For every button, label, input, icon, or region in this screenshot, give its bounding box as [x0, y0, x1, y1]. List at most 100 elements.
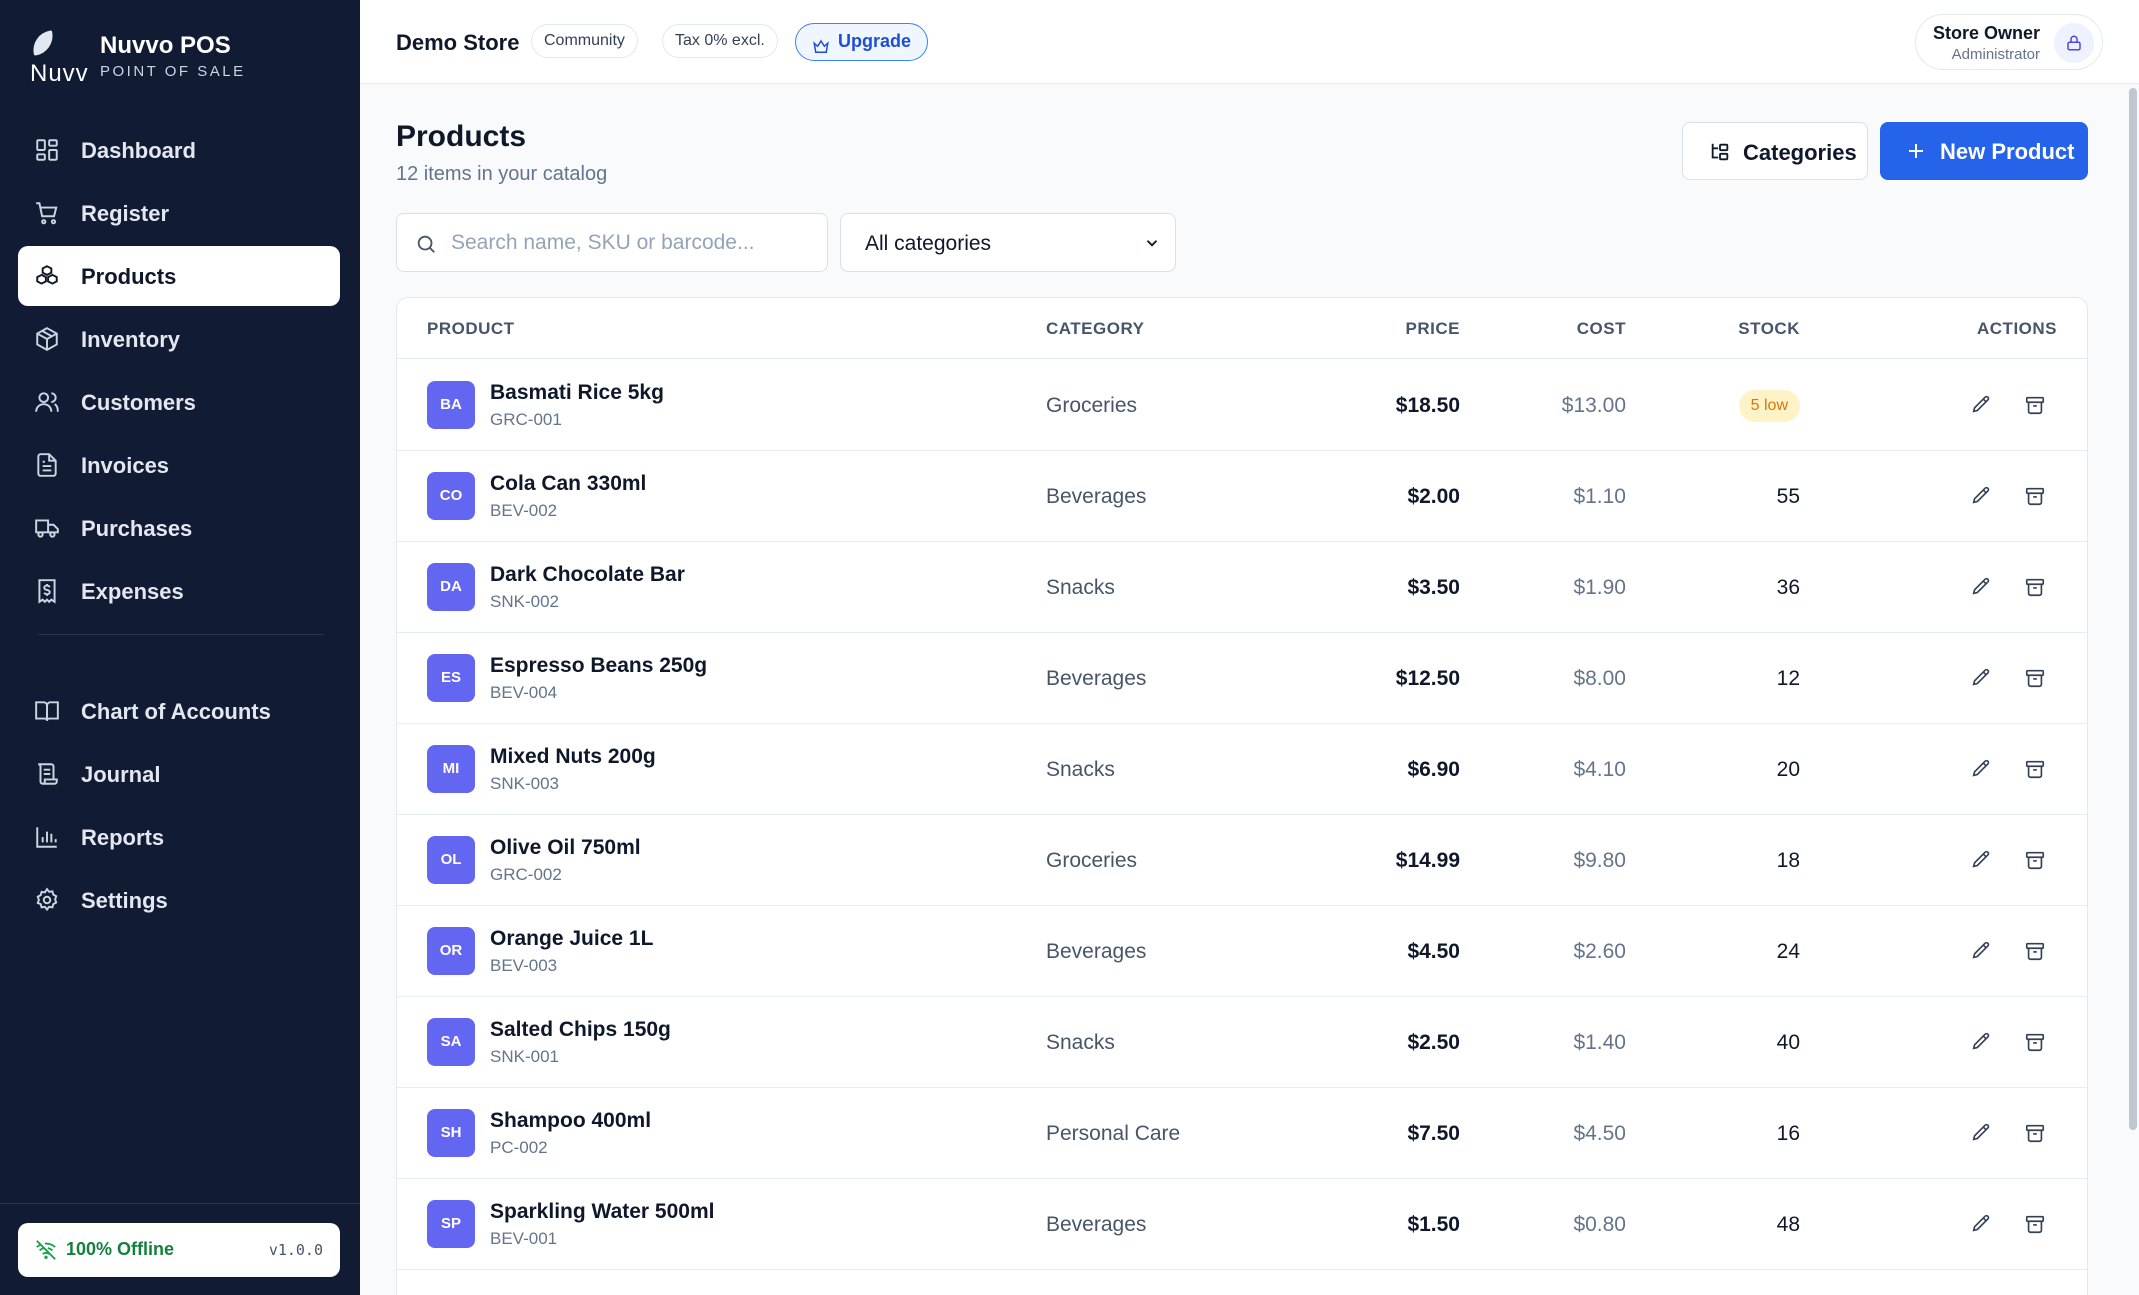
- column-header-actions: ACTIONS: [1977, 319, 2057, 338]
- product-name: Salted Chips 150g: [490, 1018, 671, 1041]
- archive-icon[interactable]: [2024, 940, 2046, 962]
- archive-icon[interactable]: [2024, 849, 2046, 871]
- product-name: Shampoo 400ml: [490, 1109, 652, 1132]
- sidebar-item-expenses[interactable]: Expenses: [18, 561, 340, 621]
- archive-icon[interactable]: [2024, 576, 2046, 598]
- column-header-cost[interactable]: COST: [1577, 319, 1626, 339]
- product-avatar: MI: [427, 745, 475, 793]
- product-cost: $1.90: [1573, 576, 1626, 599]
- table-row[interactable]: MI Mixed Nuts 200g SNK-003 Snacks $6.90 $4.10…: [397, 724, 2087, 815]
- product-category: Snacks: [1046, 1031, 1115, 1054]
- product-category: Beverages: [1046, 1213, 1147, 1236]
- sidebar-item-settings[interactable]: Settings: [18, 870, 340, 930]
- sidebar: Nuvv Nuvvo POS POINT OF SALE Dashboard R…: [0, 0, 360, 1295]
- new-product-button[interactable]: New Product: [1880, 122, 2088, 180]
- category-filter-select[interactable]: All categories: [840, 213, 1176, 272]
- edit-icon[interactable]: [1970, 1122, 1992, 1144]
- archive-icon[interactable]: [2024, 758, 2046, 780]
- product-avatar: SH: [427, 1109, 475, 1157]
- archive-icon[interactable]: [2024, 485, 2046, 507]
- product-name: Orange Juice 1L: [490, 927, 654, 950]
- sidebar-item-chart-of-accounts[interactable]: Chart of Accounts: [18, 681, 340, 741]
- sidebar-item-products[interactable]: Products: [18, 246, 340, 306]
- column-header-price[interactable]: PRICE: [1406, 319, 1460, 339]
- sidebar-item-reports[interactable]: Reports: [18, 807, 340, 867]
- search-input[interactable]: [451, 226, 811, 260]
- sidebar-item-purchases[interactable]: Purchases: [18, 498, 340, 558]
- product-sku: PC-002: [490, 1138, 548, 1157]
- column-header-product[interactable]: PRODUCT: [427, 319, 515, 339]
- product-price: $6.90: [1407, 758, 1460, 781]
- product-name: Espresso Beans 250g: [490, 654, 708, 677]
- lock-icon: [2067, 35, 2081, 51]
- product-cost: $2.60: [1573, 940, 1626, 963]
- edit-icon[interactable]: [1970, 667, 1992, 689]
- sidebar-item-register[interactable]: Register: [18, 183, 340, 243]
- store-name: Demo Store: [396, 30, 520, 55]
- lock-button[interactable]: [2054, 23, 2094, 63]
- gear-icon: [34, 887, 60, 913]
- table-row[interactable]: ES Espresso Beans 250g BEV-004 Beverages $12…: [397, 633, 2087, 724]
- product-sku: GRC-002: [490, 865, 562, 884]
- archive-icon[interactable]: [2024, 1122, 2046, 1144]
- sidebar-item-inventory[interactable]: Inventory: [18, 309, 340, 369]
- sidebar-item-invoices[interactable]: Invoices: [18, 435, 340, 495]
- product-sku: GRC-001: [490, 410, 562, 429]
- edit-icon[interactable]: [1970, 940, 1992, 962]
- table-row[interactable]: SP Sparkling Water 500ml BEV-001 Beverages $…: [397, 1179, 2087, 1270]
- user-menu[interactable]: Store Owner Administrator: [1915, 14, 2103, 70]
- sidebar-item-dashboard[interactable]: Dashboard: [18, 120, 340, 180]
- table-row[interactable]: BA Basmati Rice 5kg GRC-001 Groceries $18.50…: [397, 360, 2087, 451]
- archive-icon[interactable]: [2024, 667, 2046, 689]
- edit-icon[interactable]: [1970, 576, 1992, 598]
- table-row[interactable]: OL Olive Oil 750ml GRC-002 Groceries $14.99 $…: [397, 815, 2087, 906]
- product-name: Dark Chocolate Bar: [490, 563, 685, 586]
- product-cost: $1.40: [1573, 1031, 1626, 1054]
- table-row[interactable]: OR Orange Juice 1L BEV-003 Beverages $4.50 $2…: [397, 906, 2087, 997]
- scrollbar-thumb[interactable]: [2129, 88, 2137, 1130]
- edit-icon[interactable]: [1970, 758, 1992, 780]
- category-filter-value: All categories: [865, 232, 992, 255]
- edit-icon[interactable]: [1970, 394, 1992, 416]
- archive-icon[interactable]: [2024, 1213, 2046, 1235]
- edit-icon[interactable]: [1970, 485, 1992, 507]
- truck-icon: [34, 515, 60, 541]
- wifi-off-icon: [35, 1239, 57, 1261]
- sidebar-item-journal[interactable]: Journal: [18, 744, 340, 804]
- sidebar-item-label: Dashboard: [81, 138, 196, 163]
- sidebar-item-label: Settings: [81, 888, 168, 913]
- archive-icon[interactable]: [2024, 1031, 2046, 1053]
- product-category: Personal Care: [1046, 1122, 1181, 1145]
- plan-badge: Community: [531, 24, 638, 58]
- archive-icon[interactable]: [2024, 394, 2046, 416]
- offline-label: 100% Offline: [66, 1239, 175, 1259]
- product-cost: $0.80: [1573, 1213, 1626, 1236]
- table-row[interactable]: CO Cola Can 330ml BEV-002 Beverages $2.00 $1.…: [397, 451, 2087, 542]
- layout-grid-icon: [34, 137, 60, 163]
- product-price: $4.50: [1407, 940, 1460, 963]
- product-cost: $9.80: [1573, 849, 1626, 872]
- product-sku: SNK-003: [490, 774, 559, 793]
- users-icon: [34, 389, 60, 415]
- product-stock: 24: [1776, 940, 1800, 963]
- product-avatar: DA: [427, 563, 475, 611]
- search-icon: [415, 233, 437, 255]
- topbar: Demo Store Community Tax 0% excl. Upgrad…: [360, 0, 2139, 84]
- edit-icon[interactable]: [1970, 1031, 1992, 1053]
- product-sku: BEV-003: [490, 956, 558, 975]
- product-category: Beverages: [1046, 667, 1147, 690]
- plus-icon: [1904, 139, 1928, 163]
- upgrade-button[interactable]: Upgrade: [795, 23, 929, 61]
- table-row[interactable]: SA Salted Chips 150g SNK-001 Snacks $2.50 $1.…: [397, 997, 2087, 1088]
- product-price: $2.00: [1407, 485, 1460, 508]
- sidebar-item-customers[interactable]: Customers: [18, 372, 340, 432]
- brand[interactable]: Nuvv Nuvvo POS POINT OF SALE: [30, 30, 340, 86]
- sidebar-item-label: Journal: [81, 762, 161, 787]
- edit-icon[interactable]: [1970, 849, 1992, 871]
- column-header-category[interactable]: CATEGORY: [1046, 319, 1144, 339]
- table-row[interactable]: SH Shampoo 400ml PC-002 Personal Care $7.50 $…: [397, 1088, 2087, 1179]
- edit-icon[interactable]: [1970, 1213, 1992, 1235]
- table-row[interactable]: DA Dark Chocolate Bar SNK-002 Snacks $3.50 $1…: [397, 542, 2087, 633]
- categories-button[interactable]: Categories: [1682, 122, 1868, 180]
- column-header-stock[interactable]: STOCK: [1738, 319, 1800, 339]
